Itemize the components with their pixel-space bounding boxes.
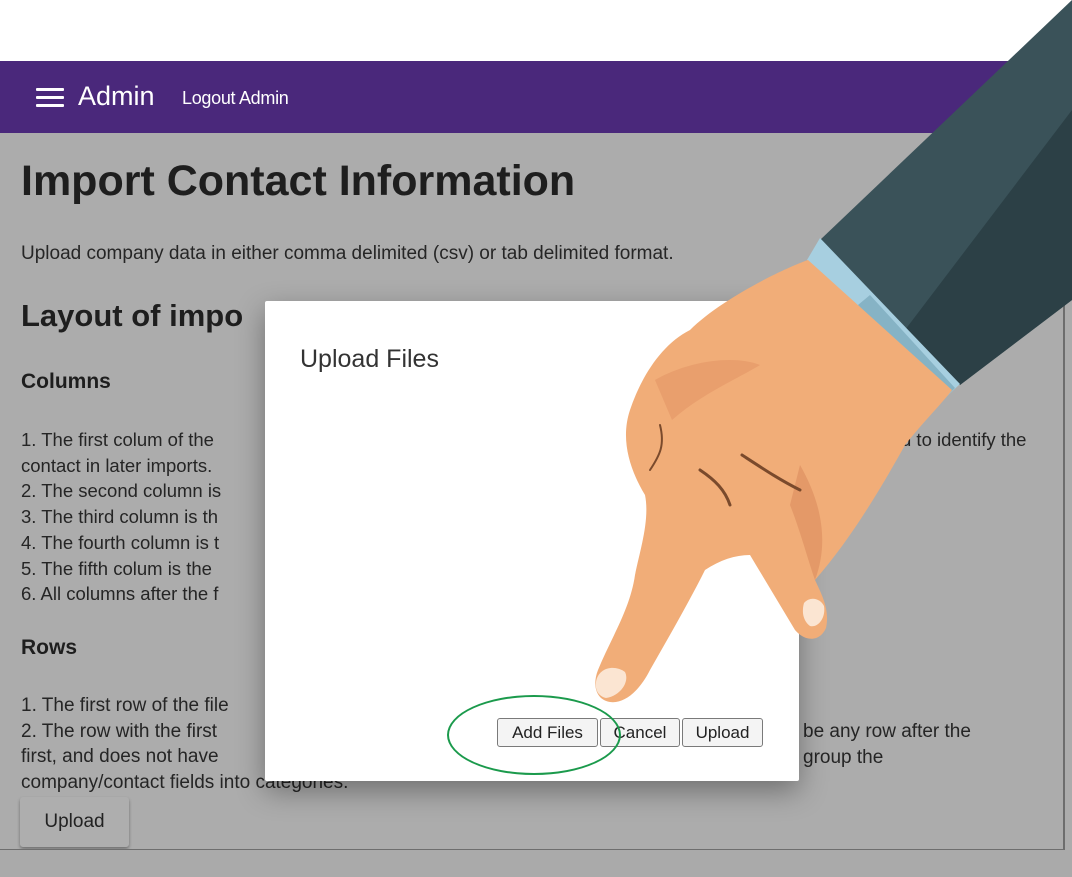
page-description: Upload company data in either comma deli…	[21, 243, 674, 264]
columns-line: 6. All columns after the f	[21, 583, 219, 605]
upload-dialog-button[interactable]: Upload	[682, 718, 763, 747]
add-files-button[interactable]: Add Files	[497, 718, 598, 747]
upload-button[interactable]: Upload	[20, 797, 129, 847]
layout-heading: Layout of impo	[21, 298, 244, 333]
logout-link[interactable]: Logout Admin	[182, 88, 289, 109]
divider	[1063, 303, 1065, 877]
app-brand: Admin	[78, 81, 155, 111]
menu-icon[interactable]	[36, 88, 64, 107]
columns-line: 2. The second column is	[21, 480, 222, 502]
page-title: Import Contact Information	[21, 157, 576, 205]
footer-band	[0, 850, 1072, 877]
columns-list: 1. The first colum of the contact in lat…	[21, 427, 221, 607]
app-bar: Admin Logout Admin	[0, 61, 1072, 133]
columns-line: 5. The fifth colum is the	[21, 557, 212, 579]
columns-line-trailing: d to identify the	[901, 429, 1027, 450]
columns-line: 1. The first colum of the	[21, 429, 214, 450]
upload-files-dialog: Upload Files Add Files Cancel Upload	[265, 301, 799, 781]
rows-heading: Rows	[21, 636, 78, 659]
top-blank-strip	[0, 0, 1072, 61]
rows-trailing-line: group the	[803, 746, 884, 768]
dialog-title: Upload Files	[300, 345, 439, 373]
cancel-button[interactable]: Cancel	[600, 718, 680, 747]
columns-line: contact in later imports.	[21, 454, 213, 476]
rows-line-trailing: be any row after the group the	[803, 719, 971, 770]
columns-heading: Columns	[21, 370, 111, 393]
rows-trailing-line: be any row after the	[803, 721, 971, 742]
columns-line: 3. The third column is th	[21, 506, 219, 528]
columns-line: 4. The fourth column is t	[21, 531, 220, 553]
